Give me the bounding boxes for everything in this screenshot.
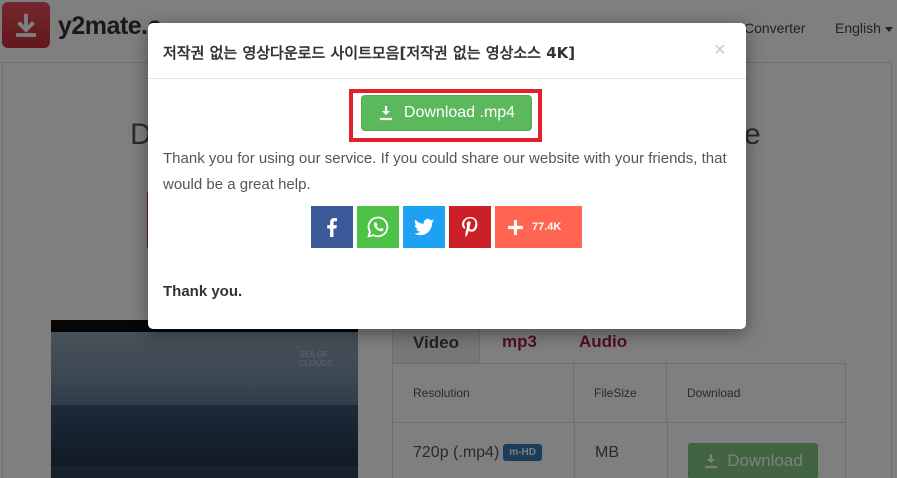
facebook-icon bbox=[327, 218, 337, 237]
pinterest-icon bbox=[462, 217, 478, 238]
thank-you-text: Thank you. bbox=[163, 283, 243, 300]
download-modal: 저작권 없는 영상다운로드 사이트모음[저작권 없는 영상소스 4K] × Do… bbox=[148, 23, 746, 329]
download-icon bbox=[379, 106, 392, 121]
download-mp4-label: Download .mp4 bbox=[403, 104, 516, 121]
modal-header: 저작권 없는 영상다운로드 사이트모음[저작권 없는 영상소스 4K] × bbox=[148, 23, 746, 79]
share-count: 77.4K bbox=[532, 221, 562, 233]
share-more-button[interactable]: 77.4K bbox=[495, 206, 582, 248]
share-whatsapp-button[interactable] bbox=[357, 206, 399, 248]
modal-title: 저작권 없는 영상다운로드 사이트모음[저작권 없는 영상소스 4K] bbox=[163, 44, 576, 62]
close-icon[interactable]: × bbox=[714, 39, 726, 62]
share-pinterest-button[interactable] bbox=[449, 206, 491, 248]
twitter-icon bbox=[414, 218, 434, 236]
download-mp4-button[interactable]: Download .mp4 bbox=[361, 95, 532, 131]
share-message: Thank you for using our service. If you … bbox=[163, 150, 727, 193]
plus-icon bbox=[508, 219, 523, 235]
share-facebook-button[interactable] bbox=[311, 206, 353, 248]
share-twitter-button[interactable] bbox=[403, 206, 445, 248]
whatsapp-icon bbox=[367, 216, 389, 238]
